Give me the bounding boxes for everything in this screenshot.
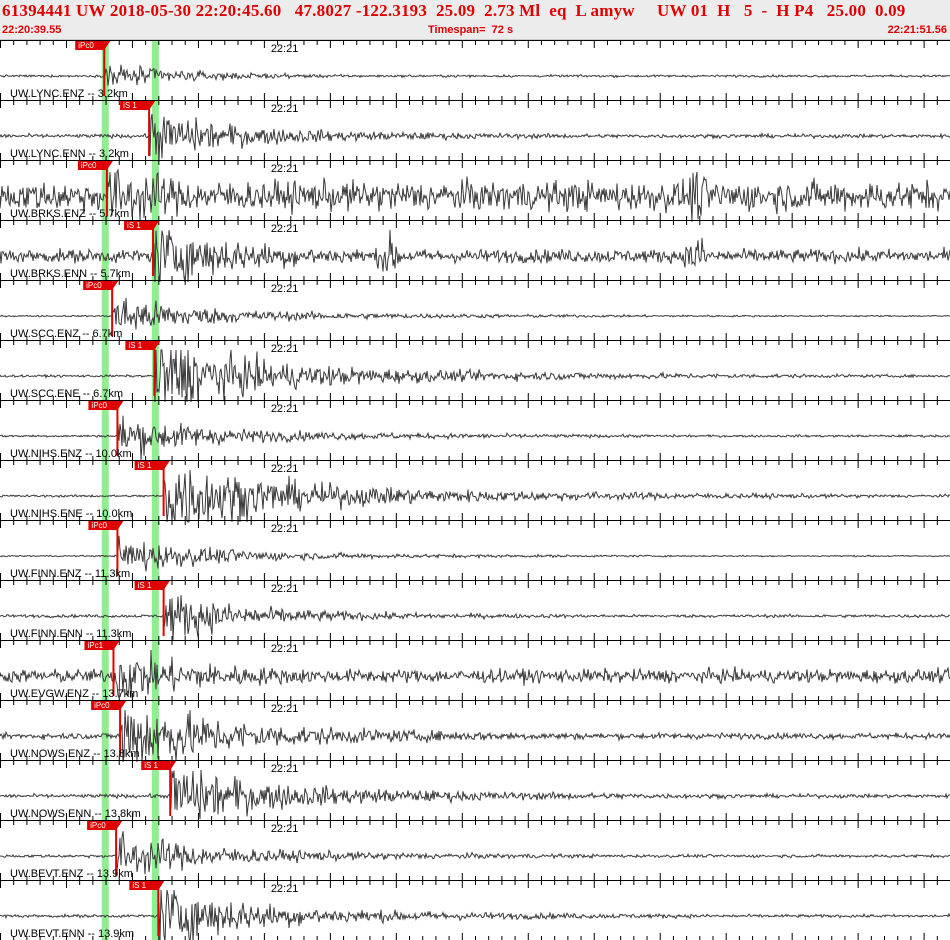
- minute-label: 22:21: [271, 823, 299, 835]
- waveform-trace: [0, 415, 950, 461]
- pick-label: iS 1: [144, 761, 158, 770]
- pick-flag-tip: [117, 401, 124, 410]
- waveform-trace: [0, 649, 950, 699]
- minute-label: 22:21: [271, 43, 299, 55]
- minute-label: 22:21: [271, 403, 299, 415]
- waveform-trace: [0, 297, 950, 330]
- pick-label: iPc0: [86, 281, 102, 290]
- pick-label: iS 1: [138, 581, 152, 590]
- seismogram-plot: 22:21 iPc0 UW.LYNC.ENZ -- 3.2km 22:21 iS 1 UW…: [0, 40, 950, 940]
- pick-flag-tip: [163, 461, 170, 470]
- seismogram-svg: 22:21iPc0UW.LYNC.ENZ -- 3.2km22:21iS 1UW…: [0, 40, 950, 940]
- waveform-trace: [0, 889, 950, 940]
- second-ticks: [0, 521, 950, 580]
- trace-label: UW.BEVT.ENZ -- 13.9km: [10, 868, 133, 880]
- minute-label: 22:21: [271, 883, 299, 895]
- minute-label: 22:21: [271, 343, 299, 355]
- second-ticks: [0, 281, 950, 340]
- trace-label: UW.NIHS.ENE -- 10.0km: [10, 508, 132, 520]
- trace-label: UW.BRKS.ENN -- 5.7km: [10, 268, 130, 280]
- minute-label: 22:21: [271, 163, 299, 175]
- waveform-trace: [0, 535, 950, 572]
- waveform-trace: [0, 229, 950, 283]
- pick-label: iPc0: [91, 521, 107, 530]
- waveform-trace: [0, 831, 950, 875]
- waveform-trace: [0, 349, 950, 403]
- minute-label: 22:21: [271, 763, 299, 775]
- start-time: 22:20:39.55: [2, 24, 62, 36]
- minute-label: 22:21: [271, 283, 299, 295]
- minute-label: 22:21: [271, 703, 299, 715]
- waveform-trace: [0, 469, 950, 523]
- pick-label: iPc0: [78, 41, 94, 50]
- trace-label: UW.EVGW.ENZ -- 13.7km: [10, 688, 138, 700]
- waveform-trace: [0, 168, 950, 222]
- trace-label: UW.FINN.ENZ -- 11.3km: [10, 568, 130, 580]
- trace-label: UW.BEVT.ENN -- 13.9km: [10, 928, 134, 940]
- pick-label: iPc0: [90, 821, 106, 830]
- event-header: 61394441 UW 2018-05-30 22:20:45.60 47.80…: [0, 0, 950, 40]
- end-time: 22:21:51.56: [887, 24, 947, 36]
- pick-label: iPc0: [91, 401, 107, 410]
- minute-label: 22:21: [271, 223, 299, 235]
- trace-label: UW.NOWS.ENZ -- 13.8km: [10, 748, 140, 760]
- pick-label: iS 1: [132, 881, 146, 890]
- waveform-trace: [0, 64, 950, 86]
- pick-flag-tip: [106, 161, 113, 170]
- minute-label: 22:21: [271, 523, 299, 535]
- minute-label: 22:21: [271, 103, 299, 115]
- pick-label: iPc0: [94, 701, 110, 710]
- event-title: 61394441 UW 2018-05-30 22:20:45.60 47.80…: [2, 1, 906, 20]
- trace-label: UW.BRKS.ENZ -- 5.7km: [10, 208, 129, 220]
- waveform-trace: [0, 114, 950, 163]
- waveform-trace: [0, 769, 950, 820]
- waveform-trace: [0, 709, 950, 763]
- pick-label: iS 1: [127, 221, 141, 230]
- trace-label: UW.SCC.ENE -- 6.7km: [10, 388, 123, 400]
- minute-label: 22:21: [271, 643, 299, 655]
- pick-label: iS 1: [138, 461, 152, 470]
- trace-label: UW.LYNC.ENZ -- 3.2km: [10, 88, 128, 100]
- trace-label: UW.FINN.ENN -- 11.3km: [10, 628, 131, 640]
- pick-label: iS 1: [123, 101, 137, 110]
- trace-label: UW.NOWS.ENN -- 13.8km: [10, 808, 141, 820]
- timespan-label: Timespan= 72 s: [428, 24, 514, 36]
- trace-label: UW.NIHS.ENZ -- 10.0km: [10, 448, 132, 460]
- pick-flag-tip: [112, 281, 119, 290]
- trace-label: UW.LYNC.ENN -- 3.2km: [10, 148, 129, 160]
- pick-label: iPc0: [81, 161, 97, 170]
- waveform-trace: [0, 595, 950, 640]
- minute-label: 22:21: [271, 583, 299, 595]
- minute-label: 22:21: [271, 463, 299, 475]
- pick-label: iS 1: [128, 341, 142, 350]
- pick-label: iPc1: [87, 641, 103, 650]
- trace-label: UW.SCC.ENZ -- 6.7km: [10, 328, 122, 340]
